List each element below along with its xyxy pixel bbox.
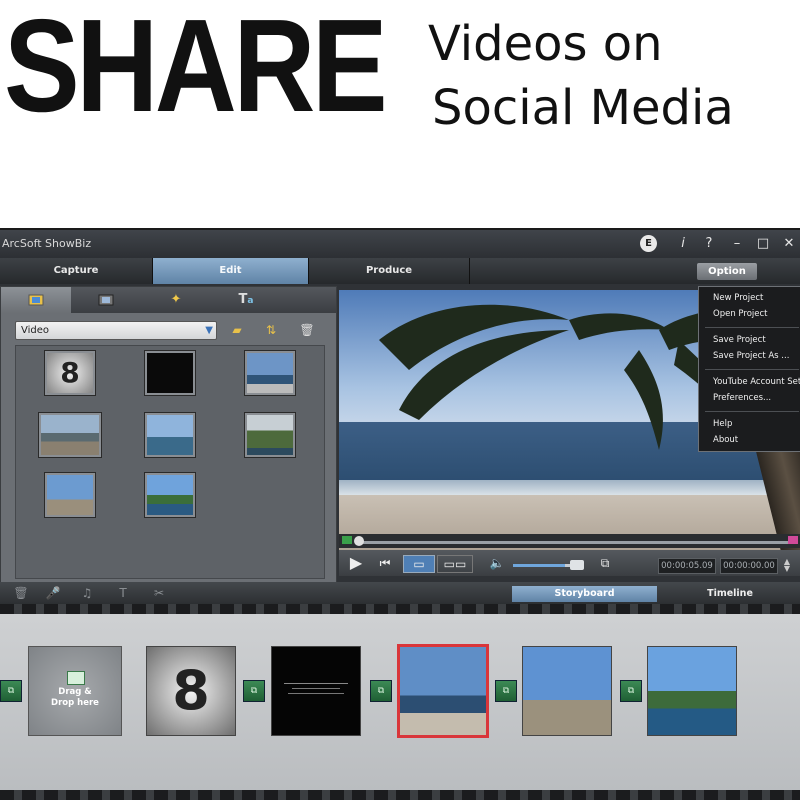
- thumbnail-island-coast[interactable]: [144, 472, 196, 518]
- banner-subtitle-line1: Videos on: [428, 16, 663, 72]
- app-window: ArcSoft ShowBiz E i ? – □ ✕ Capture Edit…: [0, 228, 800, 800]
- single-view-icon[interactable]: ▭: [403, 555, 435, 573]
- transition-icon[interactable]: ⧉: [0, 680, 22, 702]
- account-badge-icon[interactable]: E: [640, 235, 657, 252]
- info-icon[interactable]: i: [674, 235, 692, 253]
- end-marker-icon[interactable]: [788, 536, 798, 544]
- close-icon[interactable]: ✕: [780, 235, 798, 253]
- thumbnail-grid: 8: [15, 345, 325, 579]
- thumbnail-hotel-beach[interactable]: [44, 472, 96, 518]
- thumbnail-palm-beach[interactable]: [244, 350, 296, 396]
- media-type-value: Video: [21, 325, 50, 336]
- film-icon[interactable]: [71, 287, 141, 313]
- delete-clip-icon[interactable]: 🗑: [12, 585, 30, 601]
- add-text-icon[interactable]: T: [114, 585, 132, 601]
- thumbnail-person-beach[interactable]: [144, 412, 196, 458]
- banner-subtitle-line2: Social Media: [432, 80, 734, 136]
- thumbnail-countdown[interactable]: 8: [44, 350, 96, 396]
- trash-icon[interactable]: 🗑: [299, 323, 315, 337]
- storyboard-clip-island-coast[interactable]: [647, 646, 737, 736]
- rewind-icon[interactable]: ⏮: [377, 555, 393, 571]
- storyboard-clip-black-text[interactable]: [271, 646, 361, 736]
- option-button[interactable]: Option: [697, 263, 757, 280]
- time-stepper-icon[interactable]: ▲ ▼: [780, 558, 794, 573]
- menu-open-project[interactable]: Open Project: [713, 309, 768, 319]
- seek-handle[interactable]: [354, 536, 364, 546]
- music-icon[interactable]: ♫: [78, 585, 96, 601]
- effects-icon[interactable]: ✦: [141, 287, 211, 313]
- start-marker-icon[interactable]: [342, 536, 352, 544]
- option-menu: New Project Open Project Save Project Sa…: [698, 286, 800, 452]
- transition-icon[interactable]: ⧉: [370, 680, 392, 702]
- current-time: 00:00:05.09: [658, 558, 716, 574]
- seek-bar[interactable]: [358, 541, 788, 544]
- menu-save-project-as[interactable]: Save Project As ...: [713, 351, 789, 361]
- chevron-down-icon: ▼: [205, 325, 213, 336]
- total-time: 00:00:00.00: [720, 558, 778, 574]
- text-icon[interactable]: Ta: [211, 287, 281, 313]
- volume-handle[interactable]: [570, 560, 584, 570]
- microphone-icon[interactable]: 🎤: [44, 585, 62, 601]
- storyboard-clip-hotel-beach[interactable]: [522, 646, 612, 736]
- storyboard-clip-countdown[interactable]: 8: [146, 646, 236, 736]
- media-type-select[interactable]: Video ▼: [15, 321, 217, 340]
- tab-produce[interactable]: Produce: [309, 258, 470, 284]
- tab-edit[interactable]: Edit: [153, 258, 309, 284]
- volume-level: [513, 564, 565, 567]
- drop-zone[interactable]: Drag & Drop here: [28, 646, 122, 736]
- thumbnail-coast[interactable]: [38, 412, 102, 458]
- menu-save-project[interactable]: Save Project: [713, 335, 766, 345]
- film-strip-top: [0, 604, 800, 614]
- split-icon[interactable]: ✂: [150, 585, 168, 601]
- menu-new-project[interactable]: New Project: [713, 293, 763, 303]
- tab-capture[interactable]: Capture: [0, 258, 153, 284]
- media-icon[interactable]: [1, 287, 71, 313]
- tab-storyboard[interactable]: Storyboard: [512, 586, 657, 602]
- folder-open-icon[interactable]: ▰: [229, 323, 245, 337]
- thumbnail-green-hill[interactable]: [244, 412, 296, 458]
- transition-icon[interactable]: ⧉: [495, 680, 517, 702]
- film-icon: [67, 671, 85, 685]
- transition-icon[interactable]: ⧉: [620, 680, 642, 702]
- menu-about[interactable]: About: [713, 435, 738, 445]
- transition-icon[interactable]: ⧉: [243, 680, 265, 702]
- menu-separator: [705, 327, 799, 328]
- title-bar: ArcSoft ShowBiz E i ? – □ ✕: [0, 228, 800, 260]
- menu-separator: [705, 411, 799, 412]
- app-title: ArcSoft ShowBiz: [2, 237, 92, 250]
- drop-zone-label: Drag & Drop here: [51, 687, 99, 708]
- volume-icon[interactable]: 🔈: [489, 555, 505, 571]
- thumbnail-black-text[interactable]: [144, 350, 196, 396]
- banner-title: SHARE: [4, 0, 388, 139]
- tab-timeline[interactable]: Timeline: [660, 586, 800, 602]
- menu-youtube-settings[interactable]: YouTube Account Settings: [713, 377, 800, 387]
- help-icon[interactable]: ?: [700, 235, 718, 253]
- fullscreen-icon[interactable]: ⧉: [597, 555, 613, 571]
- media-library-panel: ✦ Ta Video ▼ ▰ ⇅ 🗑 8: [0, 286, 337, 584]
- maximize-icon[interactable]: □: [754, 235, 772, 253]
- menu-help[interactable]: Help: [713, 419, 732, 429]
- play-icon[interactable]: ▶: [347, 555, 365, 571]
- sort-icon[interactable]: ⇅: [263, 323, 279, 337]
- minimize-icon[interactable]: –: [728, 235, 746, 253]
- main-tab-bar: Capture Edit Produce: [0, 258, 800, 284]
- library-tabs: ✦ Ta: [1, 287, 336, 313]
- menu-separator: [705, 369, 799, 370]
- dual-view-icon[interactable]: ▭▭: [437, 555, 473, 573]
- storyboard-clip-palm-beach-selected[interactable]: [397, 644, 489, 738]
- menu-preferences[interactable]: Preferences...: [713, 393, 771, 403]
- film-strip-bottom: [0, 790, 800, 800]
